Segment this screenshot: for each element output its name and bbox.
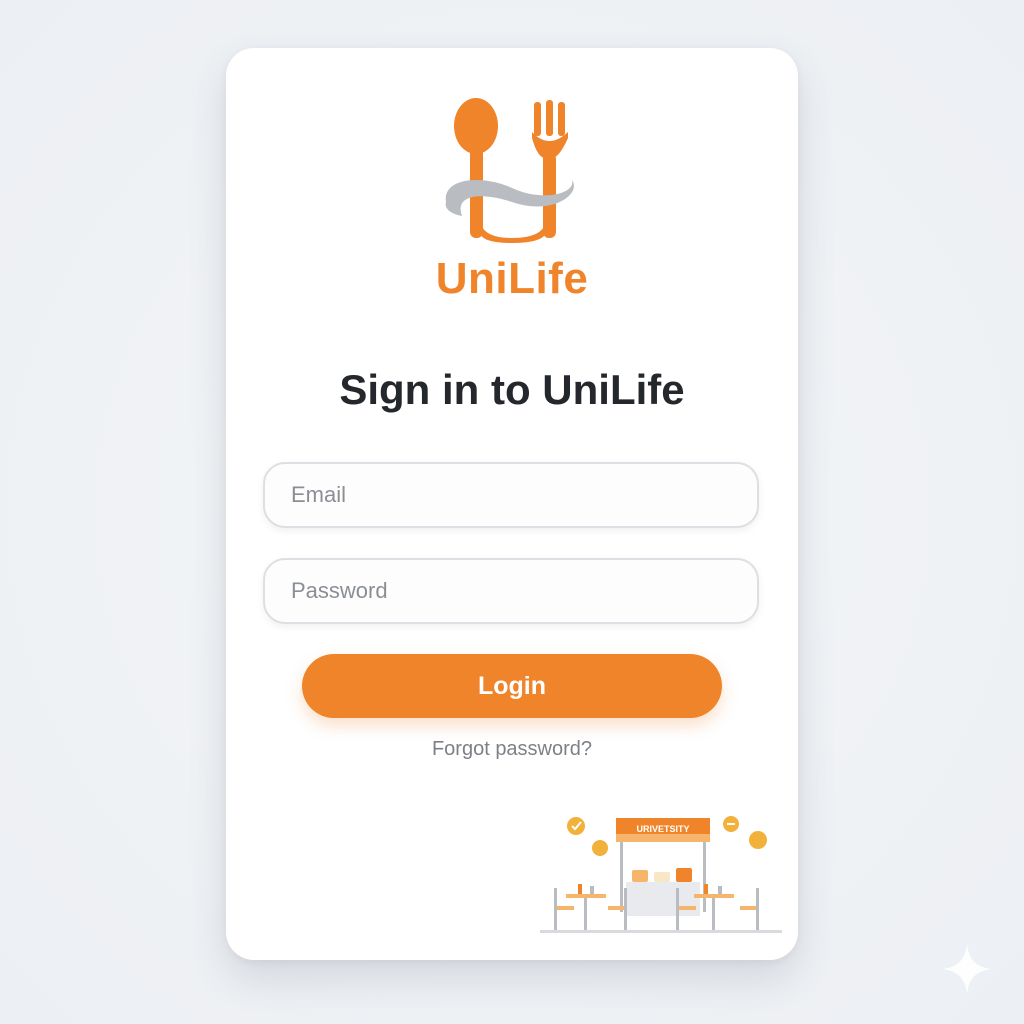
login-page: UniLife Sign in to UniLife Login Forgot … [0,0,1024,1024]
brand-name: UniLife [435,254,589,303]
university-cafeteria-icon: URIVETSITY [540,816,782,933]
password-field[interactable] [263,558,759,624]
page-title: Sign in to UniLife [339,366,685,413]
login-card: UniLife Sign in to UniLife Login Forgot … [226,48,798,960]
stall-sign-text: URIVETSITY [636,824,689,834]
spoon-fork-logo-icon [445,98,574,243]
email-field[interactable] [263,462,759,528]
sparkle-icon [942,944,992,994]
login-button[interactable]: Login [302,654,722,718]
forgot-password-link[interactable]: Forgot password? [226,738,798,761]
